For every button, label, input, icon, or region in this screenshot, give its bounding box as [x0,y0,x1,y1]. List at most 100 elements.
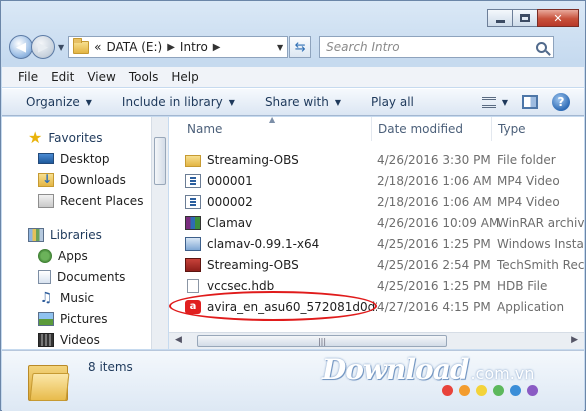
chevron-right-icon[interactable]: ▶ [167,42,175,53]
file-list: ▲ Name Date modified Type Streaming-OBS … [169,117,584,349]
file-type: MP4 Video [497,194,560,209]
file-date: 4/26/2016 3:30 PM [377,152,491,167]
preview-pane-button[interactable] [522,95,538,109]
sidebar-item-desktop[interactable]: Desktop [2,148,151,169]
file-date: 4/25/2016 1:25 PM [377,236,491,251]
sidebar-item-favorites[interactable]: ★ Favorites [2,127,151,148]
sidebar-item-libraries[interactable]: Libraries [2,224,151,245]
libraries-icon [28,227,44,242]
address-segment-drive[interactable]: DATA (E:) [107,40,163,54]
chevron-down-icon: ▼ [228,97,235,107]
pictures-icon [38,311,54,326]
scroll-right-icon[interactable]: ▶ [571,335,578,345]
search-placeholder: Search Intro [326,40,400,54]
file-row[interactable]: 000001 2/18/2016 1:06 AM MP4 Video [181,170,584,191]
chevron-down-icon: ▼ [501,97,508,107]
watermark-logo: Download .com.vn [322,353,534,386]
sidebar-item-label: Videos [60,332,100,347]
address-dropdown-icon[interactable]: ▼ [277,43,283,52]
watermark-dot [459,385,470,396]
file-row[interactable]: Streaming-OBS 4/25/2016 2:54 PM TechSmit… [181,254,584,275]
sidebar-item-label: Recent Places [60,193,144,208]
minimize-button[interactable] [487,9,513,27]
file-date: 4/26/2016 10:09 AM [377,215,500,230]
search-box[interactable]: Search Intro [319,36,555,58]
sidebar-item-label: Favorites [48,130,103,145]
file-row[interactable]: clamav-0.99.1-x64 4/25/2016 1:25 PM Wind… [181,233,584,254]
column-header-type[interactable]: Type [491,117,584,141]
forward-arrow-icon: ▶ [38,39,48,55]
navigation-scrollbar[interactable] [151,117,168,349]
watermark-dots [442,385,538,396]
sidebar-item-recent-places[interactable]: Recent Places [2,190,151,211]
back-button[interactable]: ◀ [9,35,33,59]
folder-icon [185,154,201,167]
file-row[interactable]: Clamav 4/26/2016 10:09 AM WinRAR archive [181,212,584,233]
file-date: 2/18/2016 1:06 AM [377,194,492,209]
scrollbar-thumb[interactable]: ||| [197,335,447,347]
share-with-button[interactable]: Share with ▼ [265,95,341,109]
back-arrow-icon: ◀ [16,39,26,55]
sidebar-item-apps[interactable]: Apps [2,245,151,266]
hdb-file-icon [187,278,199,293]
include-in-library-button[interactable]: Include in library ▼ [122,95,235,109]
address-root[interactable]: « [94,40,101,54]
winrar-icon [185,215,201,230]
watermark-dot [527,385,538,396]
command-bar: Organize ▼ Include in library ▼ Share with… [2,88,584,116]
help-icon: ? [557,95,565,109]
highlight-annotation [169,291,377,321]
menu-view[interactable]: View [87,70,115,84]
forward-button[interactable]: ▶ [31,35,55,59]
file-type: Application [497,299,565,314]
menu-file[interactable]: File [18,70,38,84]
menu-bar: File Edit View Tools Help [2,67,584,87]
close-icon: ✕ [553,11,563,25]
sidebar-item-music[interactable]: ♫ Music [2,287,151,308]
include-label: Include in library [121,95,223,109]
refresh-icon: ⇆ [294,39,306,55]
sidebar-item-pictures[interactable]: Pictures [2,308,151,329]
sidebar-item-downloads[interactable]: Downloads [2,169,151,190]
file-type: Windows Installer [497,236,584,251]
sidebar-item-videos[interactable]: Videos [2,329,151,349]
address-bar[interactable]: « DATA (E:) ▶ Intro ▶ ▼ [68,36,289,58]
chevron-right-icon[interactable]: ▶ [213,42,221,53]
menu-help[interactable]: Help [171,70,198,84]
search-icon[interactable] [536,41,548,53]
folder-large-icon [28,361,70,401]
chevron-down-icon: ▼ [85,97,92,107]
sidebar-item-documents[interactable]: Documents [2,266,151,287]
watermark-dot [476,385,487,396]
music-icon: ♫ [39,289,53,306]
address-segment-folder[interactable]: Intro [180,40,208,54]
help-button[interactable]: ? [552,93,570,111]
menu-tools[interactable]: Tools [129,70,159,84]
menu-edit[interactable]: Edit [51,70,74,84]
refresh-button[interactable]: ⇆ [289,36,312,58]
watermark-dot [442,385,453,396]
file-name: clamav-0.99.1-x64 [207,236,320,251]
scroll-left-icon[interactable]: ◀ [175,335,182,345]
watermark-text: Download [322,353,469,386]
play-all-button[interactable]: Play all [371,95,414,109]
file-row[interactable]: Streaming-OBS 4/26/2016 3:30 PM File fol… [181,149,584,170]
horizontal-scrollbar[interactable]: ◀ ||| ▶ [169,332,584,349]
item-count: 8 items [88,360,133,374]
scrollbar-thumb[interactable] [154,137,166,185]
organize-button[interactable]: Organize ▼ [26,95,92,109]
file-date: 2/18/2016 1:06 AM [377,173,492,188]
file-type: MP4 Video [497,173,560,188]
sidebar-item-label: Libraries [50,227,102,242]
file-row[interactable]: 000002 2/18/2016 1:06 AM MP4 Video [181,191,584,212]
column-header-date-modified[interactable]: Date modified [371,117,491,141]
close-button[interactable]: ✕ [537,9,579,27]
recent-pages-dropdown[interactable]: ▼ [58,43,64,52]
sidebar-item-label: Apps [58,248,88,263]
video-file-icon [185,194,201,209]
details-pane: 8 items Download .com.vn [2,350,584,411]
maximize-button[interactable] [512,9,538,27]
column-header-name[interactable]: Name [181,117,371,141]
change-view-button[interactable]: ▼ [481,96,508,108]
